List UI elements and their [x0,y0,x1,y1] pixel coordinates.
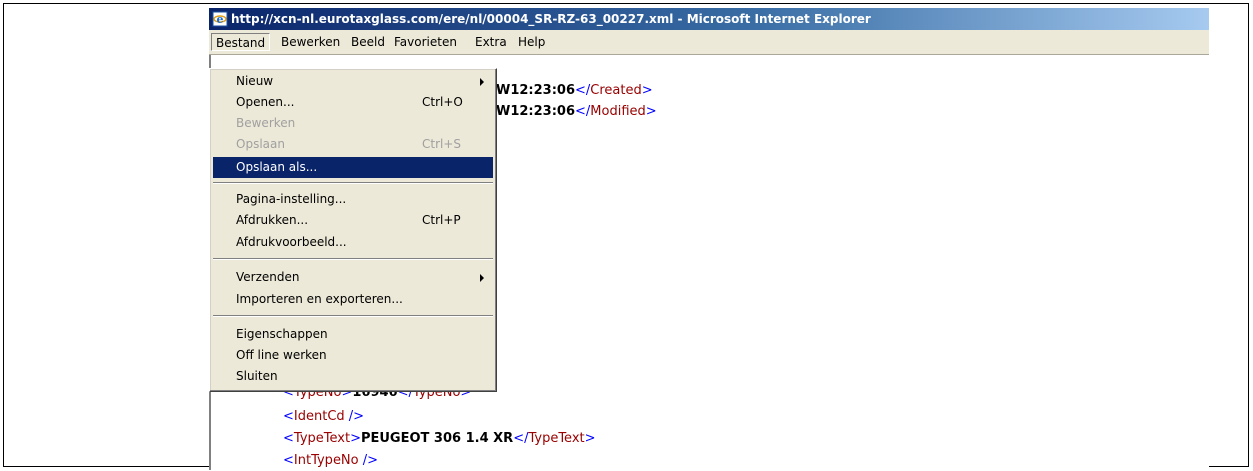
menu-bar: Bestand Bewerken Beeld Favorieten Extra … [209,30,1209,55]
xml-line-identcd: <IdentCd /> [283,409,365,424]
menu-item-label: Opslaan als... [236,160,318,174]
menu-item-eigenschappen[interactable]: Eigenschappen [213,324,493,345]
menu-item-shortcut: Ctrl+P [422,213,461,227]
menu-item-openen[interactable]: Openen... Ctrl+O [213,92,493,113]
menu-item-label: Pagina-instelling... [236,192,347,206]
menu-item-pagina-instelling[interactable]: Pagina-instelling... [213,189,493,210]
xml-line-typetext: <TypeText>PEUGEOT 306 1.4 XR</TypeText> [283,431,596,446]
xml-line-inttypeno: <IntTypeNo /> [283,453,379,468]
menu-item-afdrukken[interactable]: Afdrukken... Ctrl+P [213,210,493,231]
menu-item-offline-werken[interactable]: Off line werken [213,345,493,366]
menu-item-label: Sluiten [236,369,278,383]
menu-item-label: Opslaan [236,137,285,151]
xml-line-created: W12:23:06</Created> [496,83,653,98]
menu-item-label: Afdrukken... [236,213,309,227]
menu-item-afdrukvoorbeeld[interactable]: Afdrukvoorbeeld... [213,232,493,253]
menu-item-shortcut: Ctrl+S [422,137,462,151]
menu-item-nieuw[interactable]: Nieuw [213,71,493,92]
menu-item-label: Importeren en exporteren... [236,292,403,306]
menu-item-label: Verzenden [236,270,300,284]
file-menu-dropdown: Nieuw Openen... Ctrl+O Bewerken Opslaan … [209,68,497,392]
menu-extra[interactable]: Extra [471,33,511,51]
submenu-arrow-icon [480,274,484,282]
menu-item-shortcut: Ctrl+O [422,95,463,109]
menu-item-sluiten[interactable]: Sluiten [213,366,493,387]
menu-item-label: Nieuw [236,74,274,88]
menu-separator [213,315,493,317]
menu-item-label: Afdrukvoorbeeld... [236,235,347,249]
menu-separator [213,182,493,184]
menu-item-opslaan: Opslaan Ctrl+S [213,134,493,155]
xml-line-typeno: <TypeNo>16946</TypeNo> [283,392,472,400]
window-title: http://xcn-nl.eurotaxglass.com/ere/nl/00… [231,12,871,26]
menu-item-importeren-exporteren[interactable]: Importeren en exporteren... [213,289,493,310]
menu-bewerken[interactable]: Bewerken [277,33,344,51]
title-bar[interactable]: e http://xcn-nl.eurotaxglass.com/ere/nl/… [209,8,1209,30]
xml-line-modified: W12:23:06</Modified> [496,104,657,119]
menu-bestand[interactable]: Bestand [211,33,271,51]
menu-item-label: Eigenschappen [236,327,328,341]
menu-item-bewerken: Bewerken [213,113,493,134]
menu-help[interactable]: Help [514,33,549,51]
menu-beeld[interactable]: Beeld [347,33,389,51]
submenu-arrow-icon [480,78,484,86]
menu-item-label: Off line werken [236,348,327,362]
menu-favorieten[interactable]: Favorieten [390,33,461,51]
menu-item-label: Bewerken [236,116,296,130]
menu-item-label: Openen... [236,95,295,109]
svg-text:e: e [217,13,224,26]
ie-icon: e [212,11,228,27]
menu-separator [213,258,493,260]
menu-item-verzenden[interactable]: Verzenden [213,267,493,288]
menu-item-opslaan-als[interactable]: Opslaan als... [213,157,493,178]
